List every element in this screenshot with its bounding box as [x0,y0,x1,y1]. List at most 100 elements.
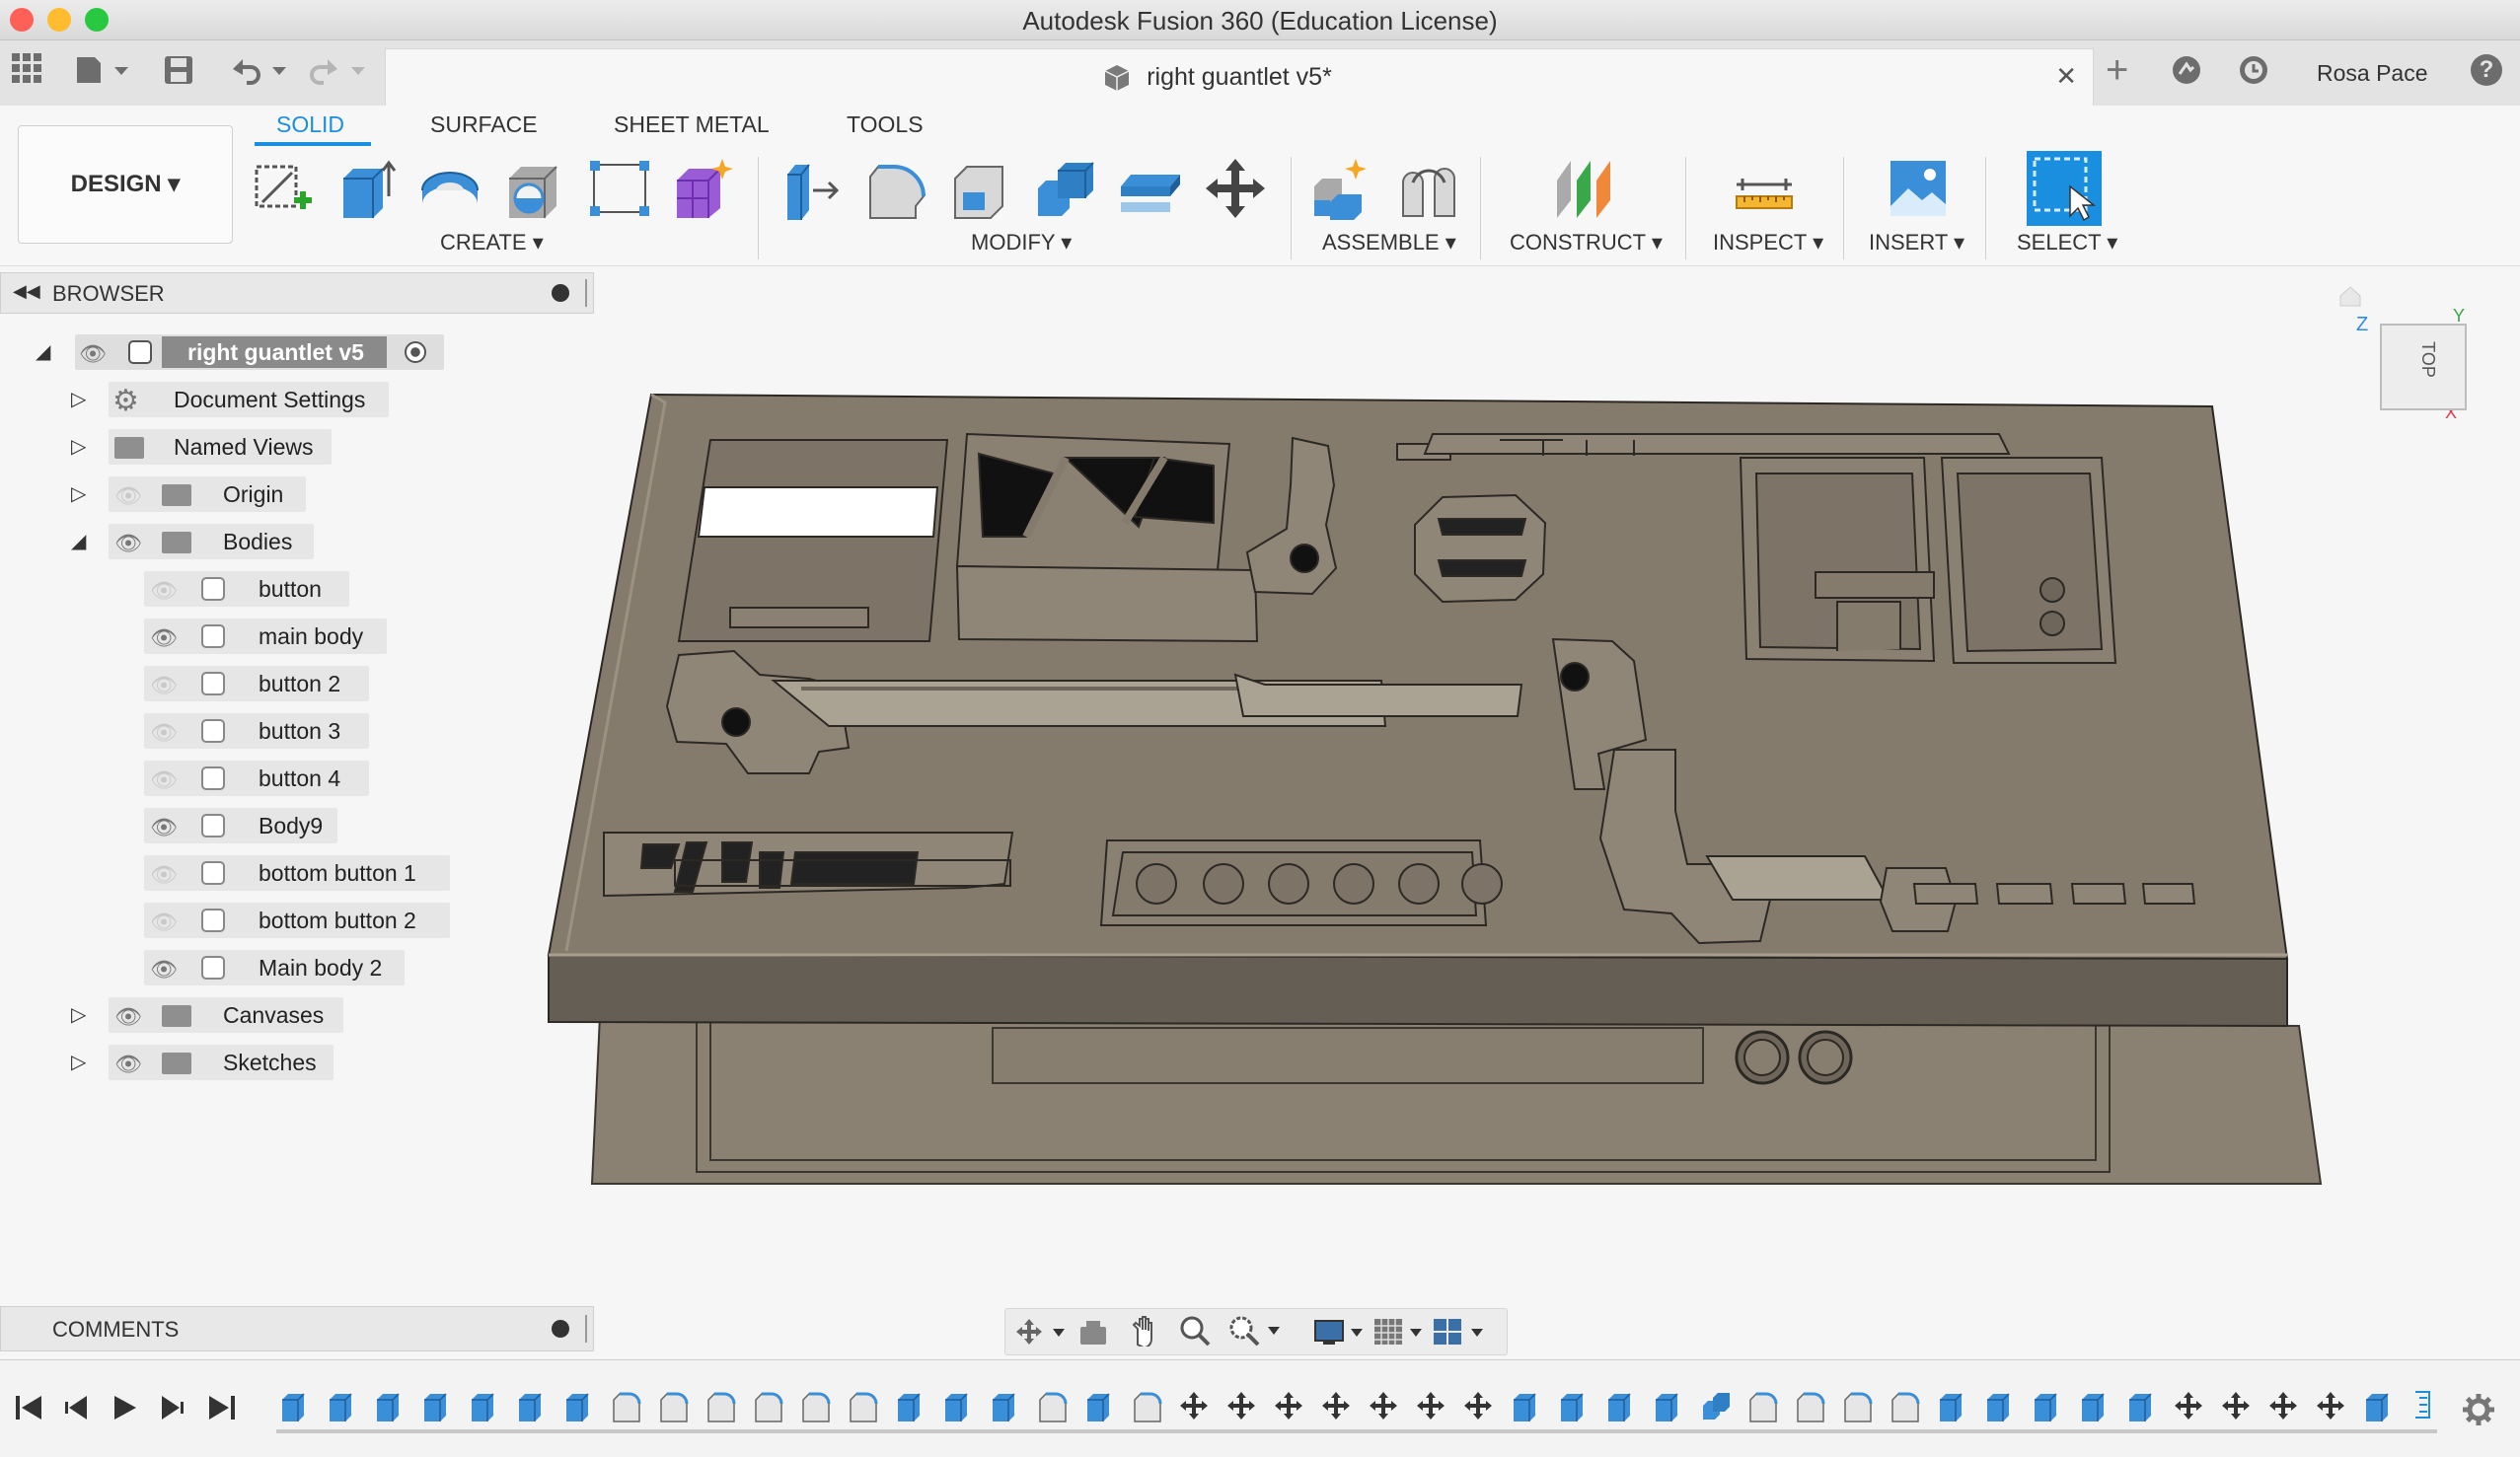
select-icon[interactable] [2027,151,2102,226]
visibility-eye-icon[interactable]: 👁 [114,1052,142,1077]
timeline-last-icon[interactable] [207,1394,237,1429]
timeline-next-icon[interactable] [158,1394,187,1429]
shell-icon[interactable] [503,157,566,220]
app-grid-icon[interactable] [12,52,41,92]
rectangular-pattern-icon[interactable] [588,157,651,220]
tree-body-bottom-button-2[interactable]: 👁 bottom button 2 [0,903,592,938]
inspect-menu[interactable]: INSPECT ▾ [1713,230,1823,255]
tab-sheet-metal[interactable]: SHEET METAL [614,111,770,138]
tree-item-sketches[interactable]: ▷ 👁 Sketches [0,1045,592,1080]
tree-item-origin[interactable]: ▷ 👁 Origin [0,476,592,512]
add-comment-icon[interactable] [552,1320,569,1338]
display-settings-icon[interactable] [1313,1317,1372,1351]
collapsed-triangle-icon[interactable]: ▷ [71,387,86,411]
construct-menu[interactable]: CONSTRUCT ▾ [1510,230,1663,255]
tree-body-body9[interactable]: 👁 Body9 [0,808,592,843]
tree-body-button-2[interactable]: 👁 button 2 [0,666,592,701]
visibility-eye-icon[interactable]: 👁 [150,957,178,983]
press-pull-icon[interactable] [781,157,845,220]
timeline-first-icon[interactable] [14,1394,43,1429]
joint-icon[interactable] [1397,157,1460,220]
pan-hand-icon[interactable] [1130,1315,1161,1351]
job-status-icon[interactable] [2171,54,2202,95]
measure-icon[interactable] [1733,157,1796,220]
combine-icon[interactable] [1034,157,1097,220]
browser-options-icon[interactable] [552,284,569,302]
visibility-eye-icon[interactable]: 👁 [79,341,107,367]
insert-image-icon[interactable] [1887,157,1950,220]
timeline-features[interactable] [276,1388,2477,1427]
panel-grip-icon[interactable] [585,1315,587,1343]
chamfer-icon[interactable] [949,157,1012,220]
undo-icon[interactable] [229,54,290,94]
tree-item-named-views[interactable]: ▷ Named Views [0,429,592,465]
activate-radio-icon[interactable] [405,341,426,363]
tree-body-main-body-2[interactable]: 👁 Main body 2 [0,950,592,985]
workspace-switcher[interactable]: DESIGN ▾ [18,125,233,244]
zoom-icon[interactable] [1179,1315,1211,1351]
file-menu-icon[interactable] [75,54,134,94]
grid-snap-icon[interactable] [1372,1317,1432,1351]
tree-body-bottom-button-1[interactable]: 👁 bottom button 1 [0,855,592,891]
create-menu[interactable]: CREATE ▾ [440,230,544,255]
fillet-icon[interactable] [864,157,927,220]
hidden-eye-icon[interactable]: 👁 [150,767,178,793]
extrude-icon[interactable] [335,157,399,220]
panel-grip-icon[interactable] [585,279,587,307]
tree-body-button-3[interactable]: 👁 button 3 [0,713,592,749]
select-menu[interactable]: SELECT ▾ [2017,230,2117,255]
new-tab-icon[interactable]: + [2106,50,2128,90]
fit-zoom-icon[interactable] [1228,1315,1292,1351]
tree-item-document-settings[interactable]: ▷ ⚙ Document Settings [0,382,592,417]
hidden-eye-icon[interactable]: 👁 [150,673,178,698]
hidden-eye-icon[interactable]: 👁 [150,862,178,888]
create-sketch-icon[interactable] [251,157,314,220]
hidden-eye-icon[interactable]: 👁 [150,578,178,604]
user-name[interactable]: Rosa Pace [2317,60,2428,87]
tab-surface[interactable]: SURFACE [430,111,538,138]
look-at-icon[interactable] [1078,1319,1108,1351]
tree-item-bodies[interactable]: ◢ 👁 Bodies [0,524,592,559]
modify-menu[interactable]: MODIFY ▾ [971,230,1072,255]
document-tab[interactable]: right guantlet v5* ✕ [385,48,2094,107]
collapsed-triangle-icon[interactable]: ▷ [71,1002,86,1027]
visibility-eye-icon[interactable]: 👁 [150,625,178,651]
timeline-play-icon[interactable] [111,1394,140,1429]
viewports-icon[interactable] [1432,1317,1497,1351]
close-tab-icon[interactable]: ✕ [2055,61,2077,92]
expanded-triangle-icon[interactable]: ◢ [36,339,50,364]
revolve-icon[interactable] [418,157,482,220]
tree-item-canvases[interactable]: ▷ 👁 Canvases [0,997,592,1033]
orbit-icon[interactable] [1015,1317,1071,1351]
tree-body-button[interactable]: 👁 button [0,571,592,607]
tree-body-button-4[interactable]: 👁 button 4 [0,761,592,796]
visibility-eye-icon[interactable]: 👁 [114,1004,142,1030]
timeline-previous-icon[interactable] [61,1394,91,1429]
collapsed-triangle-icon[interactable]: ▷ [71,434,86,459]
form-icon[interactable] [671,157,734,220]
timeline-settings-gear-icon[interactable] [2461,1392,2496,1432]
offset-plane-icon[interactable] [1555,157,1618,220]
tab-tools[interactable]: TOOLS [847,111,924,138]
hidden-eye-icon[interactable]: 👁 [150,910,178,935]
collapsed-triangle-icon[interactable]: ▷ [71,481,86,506]
hidden-eye-icon[interactable]: 👁 [150,720,178,746]
viewport-model[interactable] [533,355,2348,1223]
redo-icon[interactable] [308,54,369,94]
hidden-eye-icon[interactable]: 👁 [114,483,142,509]
insert-menu[interactable]: INSERT ▾ [1869,230,1964,255]
viewcube[interactable]: TOP [2380,324,2467,410]
tab-solid[interactable]: SOLID [276,111,344,138]
visibility-eye-icon[interactable]: 👁 [150,815,178,840]
save-icon[interactable] [164,54,193,94]
visibility-eye-icon[interactable]: 👁 [114,531,142,556]
tree-body-main-body[interactable]: 👁 main body [0,619,592,654]
assemble-menu[interactable]: ASSEMBLE ▾ [1322,230,1456,255]
collapsed-triangle-icon[interactable]: ▷ [71,1050,86,1074]
help-icon[interactable]: ? [2471,54,2502,86]
notifications-clock-icon[interactable] [2238,54,2269,95]
home-view-icon[interactable] [2338,284,2362,308]
tree-root[interactable]: ◢ 👁 right guantlet v5 [0,334,592,370]
offset-face-icon[interactable] [1119,157,1182,220]
move-copy-icon[interactable] [1204,157,1267,220]
